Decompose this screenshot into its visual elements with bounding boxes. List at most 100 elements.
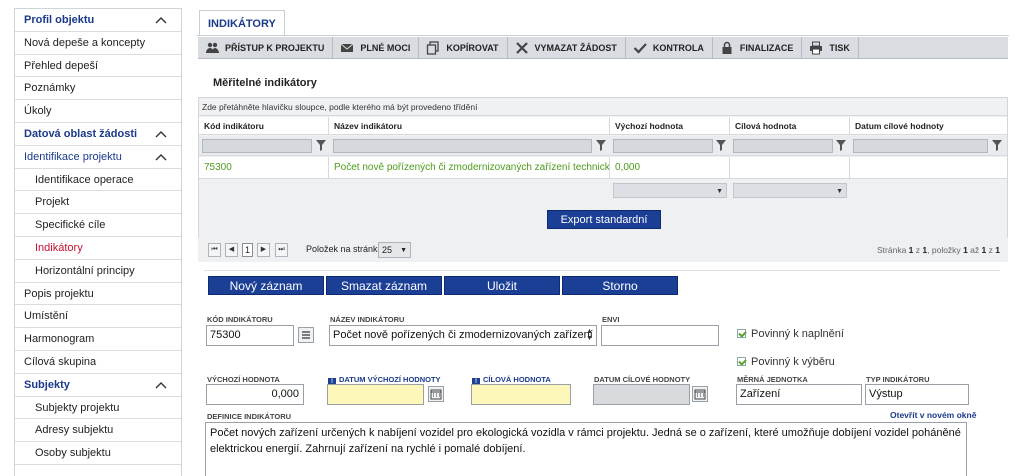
sidebar-item[interactable]: Adresy subjektu [15,419,181,443]
next-page-button[interactable]: ▶ [257,243,270,257]
sidebar-item-label: Specifické cíle [35,219,106,232]
group-hint: Zde přetáhněte hlavičku sloupce, podle k… [199,98,1007,116]
chevron-down-icon: ▼ [400,247,407,254]
column-header-nazev[interactable]: Název indikátoru [329,117,610,135]
toolbar-button-label: KONTROLA [652,43,704,53]
cancel-button[interactable]: Storno [562,276,678,295]
toolbar-button[interactable]: PLNÉ MOCI [333,37,420,59]
table-row[interactable]: 75300 Počet nově pořízených či zmoderniz… [199,157,1007,179]
nazev-label: NÁZEV INDIKÁTORU [330,315,405,324]
filter-input-nazev[interactable] [333,139,592,153]
sidebar-item[interactable]: Úkoly [15,100,181,123]
nazev-input[interactable]: Počet nově pořízených či zmodernizovanýc… [329,325,597,346]
filter-input-vychozi[interactable] [613,139,713,153]
datum-vychozi-input[interactable] [327,384,424,405]
sidebar-item[interactable]: Subjekty projektu [15,397,181,420]
column-header-kod[interactable]: Kód indikátoru [199,117,329,135]
toolbar-button[interactable]: PŘÍSTUP K PROJEKTU [198,37,334,59]
povinny-naplneni-checkbox[interactable]: Povinný k naplnění [737,328,844,340]
filter-icon[interactable] [836,139,846,151]
povinny-vyberu-checkbox[interactable]: Povinný k výběru [737,356,835,368]
chevron-up-icon[interactable] [155,152,167,162]
sidebar-item[interactable]: Projekt [15,191,181,215]
sidebar-item[interactable]: Harmonogram [15,328,181,351]
kod-input[interactable]: 75300 [206,325,294,346]
sidebar-item[interactable]: Horizontální principy [15,260,181,283]
sidebar-item[interactable]: Osoby subjektu [15,442,181,465]
calendar-icon[interactable] [428,386,444,402]
sidebar-item[interactable]: Nová depeše a koncepty [15,32,181,55]
cell-kod: 75300 [199,157,329,179]
sidebar-item[interactable]: Identifikace operace [15,169,181,192]
summary-select-cilova[interactable]: ▼ [733,183,847,198]
x-icon [515,42,528,54]
filter-icon[interactable] [316,139,326,151]
checkbox-icon [737,329,746,338]
save-button[interactable]: Uložit [444,276,560,295]
sidebar-item[interactable]: Specifické cíle [15,214,181,237]
grid-title: Měřitelné indikátory [213,77,317,89]
items-label: , položky [927,245,961,255]
check-icon [633,43,647,54]
cilova-input[interactable] [471,384,571,405]
filter-input-kod[interactable] [202,139,312,153]
sidebar-item-label: Profil objektu [24,14,95,26]
sidebar-item[interactable]: Popis projektu [15,283,181,306]
definice-textarea[interactable]: Počet nových zařízení určených k nabíjen… [205,422,967,476]
export-button[interactable]: Export standardní [547,210,661,229]
tab-indikatory[interactable]: INDIKÁTORY [199,10,285,36]
sidebar-item[interactable]: Profil objektu [15,9,181,32]
per-page-select[interactable]: 25 ▼ [378,242,411,258]
calendar-icon [694,389,706,400]
sidebar-item-label: Identifikace projektu [24,150,122,163]
sidebar-item[interactable]: Subjekty [15,374,181,397]
sidebar-item[interactable]: Identifikace projektu [15,146,181,169]
filter-input-cilova[interactable] [733,139,833,153]
envi-input[interactable] [601,325,719,346]
first-page-button[interactable]: ⏮ [208,243,221,257]
last-page-button[interactable]: ⏭ [275,243,288,257]
chevron-up-icon[interactable] [155,15,167,25]
page-number: 1 [908,245,914,255]
sidebar-item-label: Projekt [35,196,70,209]
column-header-cilova[interactable]: Cílová hodnota [730,117,850,135]
summary-row: ▼ ▼ [199,180,1007,202]
items-total: 1 [995,245,1000,255]
list-icon[interactable] [298,327,314,343]
typ-input: Výstup [865,384,969,405]
filter-icon[interactable] [716,139,726,151]
filter-icon[interactable] [596,139,606,151]
toolbar-button[interactable]: KOPÍROVAT [419,37,508,59]
filter-icon[interactable] [992,139,1002,151]
sidebar-item[interactable]: Cílová skupina [15,351,181,374]
spinner-icon[interactable]: ▲ ▼ [586,328,594,342]
column-header-vychozi[interactable]: Výchozí hodnota [610,117,730,135]
sidebar-item[interactable]: Přehled depeší [15,55,181,78]
sidebar-item[interactable]: Datová oblast žádosti [15,123,181,146]
summary-select-vychozi[interactable]: ▼ [613,183,727,198]
toolbar-button-label: PŘÍSTUP K PROJEKTU [225,43,325,53]
lock-icon [722,41,732,54]
toolbar-button[interactable]: TISK [802,37,859,59]
current-page[interactable]: 1 [242,243,253,257]
column-header-datum[interactable]: Datum cílové hodnoty [850,117,1007,135]
new-record-button[interactable]: Nový záznam [208,276,324,295]
filter-input-datum[interactable] [853,139,988,153]
users-icon [206,42,219,53]
toolbar-button[interactable]: FINALIZACE [713,37,803,59]
delete-record-button[interactable]: Smazat záznam [326,276,442,295]
sidebar-item[interactable]: Umístění [15,305,181,329]
toolbar-button[interactable]: KONTROLA [626,37,713,59]
toolbar-button[interactable]: VYMAZAT ŽÁDOST [508,37,626,59]
sidebar-item[interactable]: Indikátory [15,237,181,260]
open-new-window-link[interactable]: Otevřít v novém okně [890,410,976,420]
calendar-icon[interactable] [692,386,708,402]
prev-page-button[interactable]: ◀ [225,243,238,257]
sidebar-item-label: Přehled depeší [24,59,98,72]
checkbox-icon [737,357,746,366]
sidebar-item[interactable]: Poznámky [15,77,181,101]
chevron-up-icon[interactable] [155,129,167,139]
toolbar: PŘÍSTUP K PROJEKTU PLNÉ MOCI KOPÍROVAT VYMA… [198,37,1008,59]
vychozi-input[interactable]: 0,000 [206,384,304,405]
chevron-up-icon[interactable] [155,380,167,390]
